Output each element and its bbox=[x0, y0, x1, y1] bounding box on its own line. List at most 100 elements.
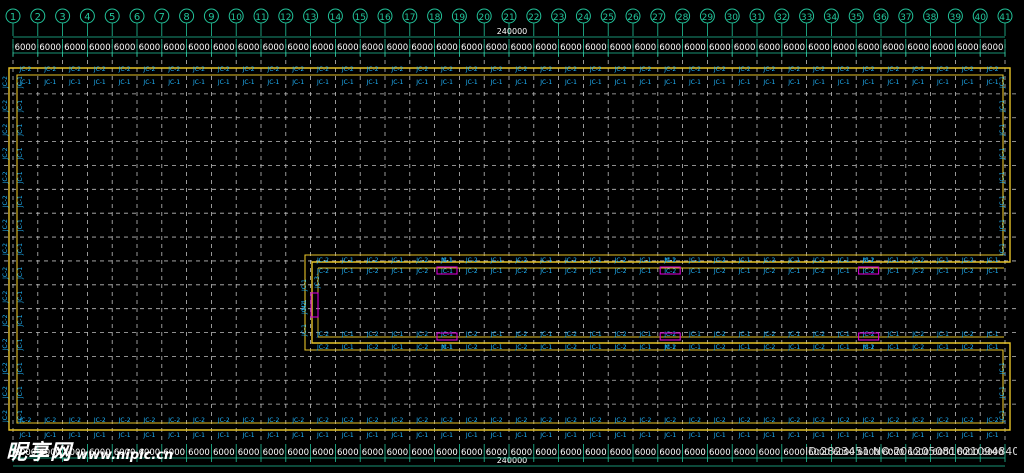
tag-notch-left: JC-1 bbox=[301, 324, 308, 337]
tag-notch-lower-lower: JC-1 bbox=[886, 344, 899, 351]
axis-number: 23 bbox=[553, 13, 564, 23]
tag-top-upper: JC-2 bbox=[986, 66, 999, 73]
tag-bottom-upper: JC-2 bbox=[961, 417, 974, 424]
axis-number: 32 bbox=[776, 13, 787, 23]
tag-left-outer: JC-2 bbox=[2, 147, 9, 160]
tag-left-inner: JC-1 bbox=[17, 314, 24, 327]
tag-notch-lower-upper: JC-2 bbox=[415, 331, 428, 338]
tag-bottom-lower: JC-1 bbox=[713, 432, 726, 439]
bay-dimension-bottom: 6000 bbox=[535, 448, 557, 458]
tag-top-lower: JC-1 bbox=[663, 79, 676, 86]
tag-bottom-lower: JC-1 bbox=[490, 432, 503, 439]
bay-dimension-bottom: 6000 bbox=[759, 448, 781, 458]
tag-right: JC-1 bbox=[999, 76, 1006, 89]
tag-top-lower: JC-1 bbox=[142, 79, 155, 86]
tag-top-upper: JC-2 bbox=[862, 66, 875, 73]
tag-notch-upper: JC-2 bbox=[564, 257, 577, 264]
tag-bottom-upper: JC-2 bbox=[589, 417, 602, 424]
tag-notch-lower-upper: JC-2 bbox=[465, 331, 478, 338]
axis-number: 17 bbox=[404, 13, 415, 23]
tag-right: JC-1 bbox=[999, 410, 1006, 423]
tag-top-upper: JC-2 bbox=[837, 66, 850, 73]
tag-left-outer: JC-2 bbox=[2, 362, 9, 375]
bay-dimension-bottom: 6000 bbox=[337, 448, 359, 458]
tag-top-upper: JC-2 bbox=[390, 66, 403, 73]
tag-right: JC-1 bbox=[999, 100, 1006, 113]
axis-number: 3 bbox=[59, 12, 65, 23]
axis-number: 26 bbox=[627, 13, 639, 23]
tag-bottom-lower: JC-1 bbox=[688, 432, 701, 439]
tag-bottom-upper: JC-2 bbox=[638, 417, 651, 424]
tag-bottom-lower: JC-1 bbox=[862, 432, 875, 439]
bay-dimension-top: 6000 bbox=[635, 43, 657, 53]
tag-notch-lower-lower: JC-2 bbox=[812, 344, 825, 351]
bridge-label-upper: M-1 bbox=[665, 257, 676, 264]
tag-notch-upper: JC-1 bbox=[539, 257, 552, 264]
tag-notch-lower-lower: JC-2 bbox=[713, 344, 726, 351]
bridge-label-lower: M-1 bbox=[665, 344, 676, 351]
tag-left-inner: JC-1 bbox=[17, 124, 24, 137]
tag-notch-upper: JC-1 bbox=[886, 257, 899, 264]
axis-number: 38 bbox=[925, 13, 937, 23]
tag-left-outer: JC-2 bbox=[2, 291, 9, 304]
tag-bottom-upper: JC-2 bbox=[514, 417, 527, 424]
axis-number: 10 bbox=[230, 13, 242, 23]
tag-notch-upper: JC-2 bbox=[911, 257, 924, 264]
tag-top-lower: JC-1 bbox=[936, 79, 949, 86]
axis-number: 37 bbox=[900, 13, 911, 23]
bay-dimension-bottom: 6000 bbox=[486, 448, 508, 458]
tag-notch-lower: JC-1 bbox=[787, 268, 800, 275]
bay-dimension-bottom: 6000 bbox=[585, 448, 607, 458]
bay-dimension-top: 6000 bbox=[957, 43, 979, 53]
axis-number: 5 bbox=[109, 12, 115, 23]
tag-notch-lower-upper: JC-1 bbox=[638, 331, 651, 338]
tag-bottom-upper: JC-2 bbox=[762, 417, 775, 424]
tag-top-lower: JC-1 bbox=[812, 79, 825, 86]
tag-bottom-lower: JC-1 bbox=[266, 432, 279, 439]
tag-top-upper: JC-2 bbox=[366, 66, 379, 73]
tag-notch-lower-lower: JC-1 bbox=[589, 344, 602, 351]
tag-notch-lower-lower: JC-2 bbox=[614, 344, 627, 351]
tag-bottom-upper: JC-2 bbox=[142, 417, 155, 424]
tag-bottom-upper: JC-2 bbox=[886, 417, 899, 424]
axis-number: 4 bbox=[84, 12, 90, 23]
axis-number: 33 bbox=[801, 13, 812, 23]
bridge-label-lower: M-1 bbox=[863, 344, 874, 351]
tag-top-lower: JC-1 bbox=[68, 79, 81, 86]
tag-top-lower: JC-1 bbox=[490, 79, 503, 86]
tag-left-inner: JC-1 bbox=[17, 291, 24, 304]
tag-top-upper: JC-2 bbox=[43, 66, 56, 73]
tag-top-upper: JC-2 bbox=[490, 66, 503, 73]
axis-number: 24 bbox=[578, 13, 590, 23]
bay-dimension-top: 6000 bbox=[461, 43, 483, 53]
tag-top-upper: JC-2 bbox=[266, 66, 279, 73]
tag-top-upper: JC-2 bbox=[18, 66, 31, 73]
tag-top-upper: JC-2 bbox=[961, 66, 974, 73]
tag-bottom-lower: JC-1 bbox=[961, 432, 974, 439]
bay-dimension-top: 6000 bbox=[907, 43, 929, 53]
tag-bottom-lower: JC-1 bbox=[390, 432, 403, 439]
tag-left-inner: JC-1 bbox=[17, 195, 24, 208]
tag-bottom-lower: JC-1 bbox=[936, 432, 949, 439]
tag-bottom-upper: JC-2 bbox=[787, 417, 800, 424]
tag-bottom-lower: JC-1 bbox=[316, 432, 329, 439]
tag-notch-lower-lower: JC-2 bbox=[465, 344, 478, 351]
tag-left-outer: JC-2 bbox=[2, 219, 9, 232]
tag-bottom-lower: JC-1 bbox=[787, 432, 800, 439]
tag-top-lower: JC-1 bbox=[415, 79, 428, 86]
bay-dimension-top: 6000 bbox=[709, 43, 731, 53]
bay-dimension-bottom: 6000 bbox=[783, 448, 805, 458]
tag-top-lower: JC-1 bbox=[440, 79, 453, 86]
axis-number: 7 bbox=[159, 12, 165, 23]
tag-notch-lower: JC-1 bbox=[886, 268, 899, 275]
tag-notch-lower-lower: JC-1 bbox=[787, 344, 800, 351]
bridge-label-lower: M-1 bbox=[441, 344, 452, 351]
tag-top-lower: JC-1 bbox=[911, 79, 924, 86]
tag-notch-lower: JC-2 bbox=[812, 268, 825, 275]
tag-bottom-lower: JC-1 bbox=[837, 432, 850, 439]
tag-notch-upper: JC-1 bbox=[738, 257, 751, 264]
tag-notch-lower-lower: JC-1 bbox=[738, 344, 751, 351]
bay-dimension-bottom: 6000 bbox=[635, 448, 657, 458]
tag-bottom-upper: JC-2 bbox=[862, 417, 875, 424]
axis-number: 30 bbox=[726, 13, 738, 23]
